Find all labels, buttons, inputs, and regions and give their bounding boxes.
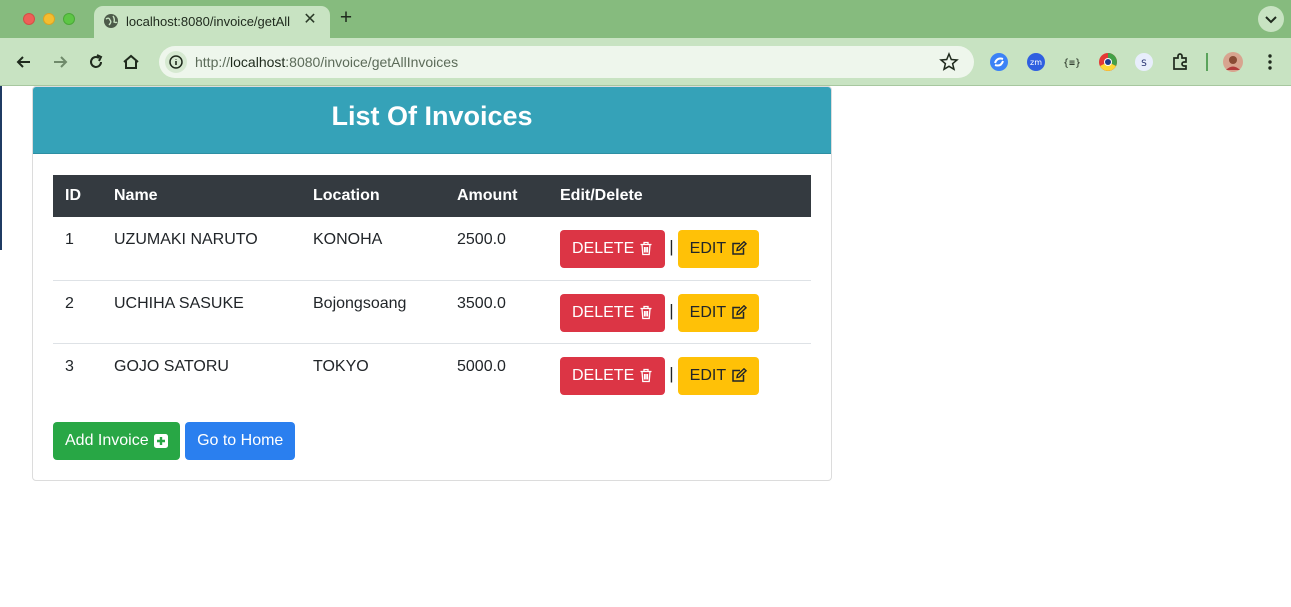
- svg-text:S: S: [1141, 59, 1147, 69]
- table-row: 3 GOJO SATORU TOKYO 5000.0 DELETE | EDIT: [53, 342, 811, 406]
- svg-text:{≡}: {≡}: [1063, 58, 1081, 69]
- edit-label: EDIT: [689, 366, 727, 384]
- add-invoice-label: Add Invoice: [65, 432, 149, 449]
- go-home-button[interactable]: Go to Home: [185, 422, 296, 460]
- plus-square-icon: [153, 433, 168, 448]
- trash-icon: [640, 368, 652, 382]
- invoices-card: List Of Invoices ID Name Location Amount…: [32, 86, 832, 481]
- forward-arrow-icon[interactable]: [50, 52, 70, 72]
- action-separator: |: [669, 363, 674, 383]
- browser-tab-bar: localhost:8080/invoice/getAll ✕ +: [0, 0, 1291, 38]
- reload-icon[interactable]: [86, 52, 106, 72]
- delete-label: DELETE: [572, 303, 635, 321]
- edit-label: EDIT: [689, 303, 727, 321]
- cell-actions: DELETE | EDIT: [548, 342, 811, 406]
- footer-actions: Add Invoice Go to Home: [53, 422, 296, 460]
- trash-icon: [640, 305, 652, 319]
- header-name: Name: [102, 175, 301, 217]
- cell-location: KONOHA: [313, 231, 383, 248]
- close-tab-icon[interactable]: ✕: [301, 11, 319, 29]
- cell-amount: 2500.0: [457, 231, 506, 248]
- cell-actions: DELETE | EDIT: [548, 217, 811, 280]
- cell-name: UZUMAKI NARUTO: [114, 231, 258, 248]
- bookmark-star-icon[interactable]: [939, 52, 959, 72]
- toolbar-divider: [1206, 53, 1208, 71]
- back-arrow-icon[interactable]: [14, 52, 34, 72]
- table-header-row: ID Name Location Amount Edit/Delete: [53, 175, 811, 217]
- header-location: Location: [301, 175, 445, 217]
- cell-amount: 3500.0: [445, 279, 548, 343]
- cell-name: UCHIHA SASUKE: [102, 279, 301, 343]
- action-separator: |: [669, 300, 674, 320]
- window-minimize-button[interactable]: [43, 13, 55, 25]
- profile-avatar[interactable]: [1223, 52, 1243, 72]
- cell-id: 3: [53, 342, 102, 406]
- site-info-icon[interactable]: [165, 51, 187, 73]
- browser-tab[interactable]: localhost:8080/invoice/getAll ✕: [94, 6, 330, 38]
- edit-button[interactable]: EDIT: [677, 356, 760, 395]
- edit-icon: [732, 241, 748, 256]
- extension-privacy-icon[interactable]: S: [1134, 52, 1154, 72]
- page-title: List Of Invoices: [331, 101, 533, 131]
- extension-sync-icon[interactable]: [989, 52, 1009, 72]
- header-id: ID: [53, 175, 102, 217]
- cell-location: Bojongsoang: [301, 279, 445, 343]
- action-separator: |: [669, 237, 674, 256]
- window-close-button[interactable]: [23, 13, 35, 25]
- header-edit-delete: Edit/Delete: [548, 175, 811, 217]
- edit-button[interactable]: EDIT: [677, 293, 760, 332]
- delete-button[interactable]: DELETE: [560, 356, 666, 395]
- table-row: 2 UCHIHA SASUKE Bojongsoang 3500.0 DELET…: [53, 279, 811, 343]
- edit-icon: [732, 304, 748, 319]
- cell-actions: DELETE | EDIT: [548, 279, 811, 343]
- edit-button[interactable]: EDIT: [677, 230, 760, 268]
- tab-search-button[interactable]: [1258, 6, 1284, 32]
- extension-color-icon[interactable]: [1098, 52, 1118, 72]
- cell-amount: 5000.0: [445, 342, 548, 406]
- add-invoice-button[interactable]: Add Invoice: [53, 422, 180, 460]
- kebab-menu-icon[interactable]: [1260, 52, 1280, 72]
- delete-button[interactable]: DELETE: [560, 230, 666, 268]
- card-header: List Of Invoices: [33, 87, 831, 154]
- edit-icon: [732, 367, 748, 382]
- extensions-puzzle-icon[interactable]: [1170, 52, 1190, 72]
- window-zoom-button[interactable]: [63, 13, 75, 25]
- delete-label: DELETE: [572, 240, 635, 257]
- header-amount: Amount: [445, 175, 548, 217]
- cell-location: TOKYO: [301, 342, 445, 406]
- table-row: 1 UZUMAKI NARUTO KONOHA 2500.0 DELETE | ED…: [53, 217, 811, 280]
- home-icon[interactable]: [121, 52, 141, 72]
- tab-title: localhost:8080/invoice/getAll: [126, 14, 291, 29]
- cell-name: GOJO SATORU: [102, 342, 301, 406]
- new-tab-icon[interactable]: +: [336, 7, 356, 28]
- chevron-down-icon: [1265, 16, 1277, 24]
- address-bar[interactable]: http://localhost:8080/invoice/getAllInvo…: [159, 46, 974, 78]
- delete-label: DELETE: [572, 366, 635, 384]
- cell-id: 1: [65, 231, 74, 248]
- window-edge: [0, 86, 2, 250]
- url-text: http://localhost:8080/invoice/getAllInvo…: [195, 54, 459, 70]
- invoices-table: ID Name Location Amount Edit/Delete 1 UZ…: [53, 175, 811, 406]
- trash-icon: [640, 242, 652, 256]
- delete-button[interactable]: DELETE: [560, 293, 666, 332]
- edit-label: EDIT: [689, 240, 727, 257]
- extension-json-icon[interactable]: {≡}: [1062, 52, 1082, 72]
- extension-zoom-icon[interactable]: zm: [1026, 52, 1046, 72]
- globe-icon: [104, 14, 118, 28]
- svg-text:zm: zm: [1030, 58, 1042, 67]
- cell-id: 2: [53, 279, 102, 343]
